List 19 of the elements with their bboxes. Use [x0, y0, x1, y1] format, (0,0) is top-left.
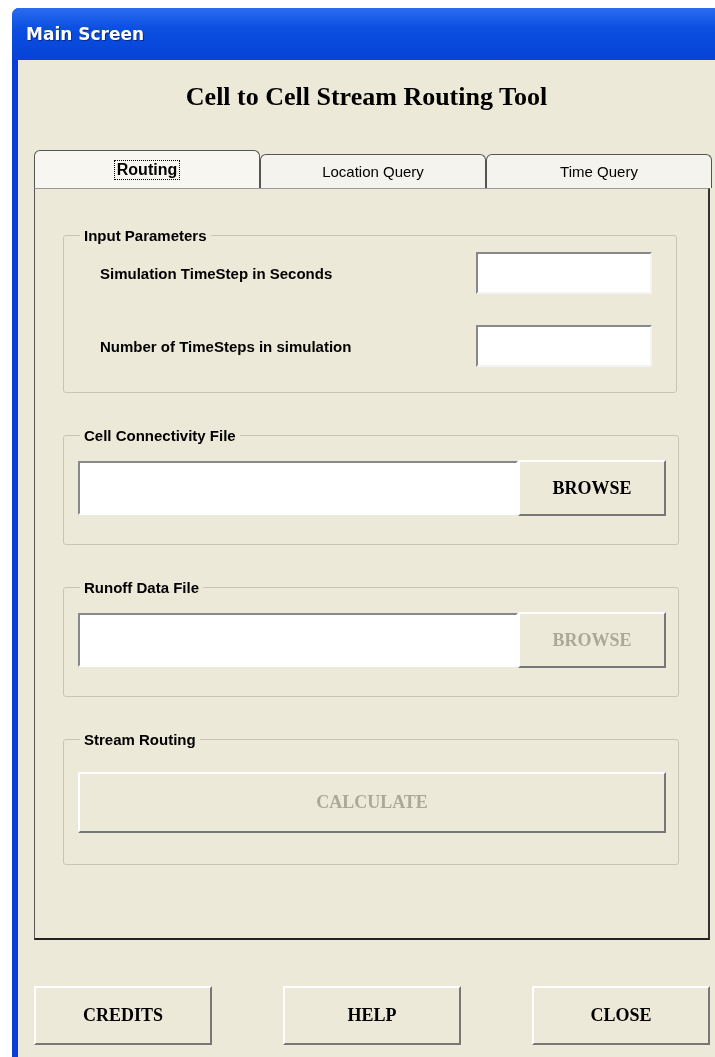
app-heading: Cell to Cell Stream Routing Tool — [184, 82, 549, 113]
group-label: Stream Routing — [83, 731, 197, 748]
dialog-button[interactable]: CREDITS — [34, 986, 212, 1045]
group-label: Runoff Data File — [83, 579, 200, 596]
group-label: Cell Connectivity File — [83, 427, 237, 444]
field-label: Simulation TimeStep in Seconds — [100, 264, 333, 282]
input-field[interactable] — [476, 252, 652, 294]
tab[interactable]: Location Query — [260, 154, 486, 188]
window-title: Main Screen — [26, 24, 145, 44]
field-label: Number of TimeSteps in simulation — [100, 337, 352, 355]
browse-button[interactable]: BROWSE — [518, 460, 666, 516]
input-field[interactable] — [476, 325, 652, 367]
tab[interactable]: Routing — [34, 150, 260, 188]
file-path-field[interactable] — [78, 613, 518, 667]
dialog-button[interactable]: CLOSE — [532, 986, 710, 1045]
dialog-button[interactable]: HELP — [283, 986, 461, 1045]
file-path-field[interactable] — [78, 461, 518, 515]
tab[interactable]: Time Query — [486, 154, 712, 188]
group-label: Input Parameters — [83, 227, 208, 244]
